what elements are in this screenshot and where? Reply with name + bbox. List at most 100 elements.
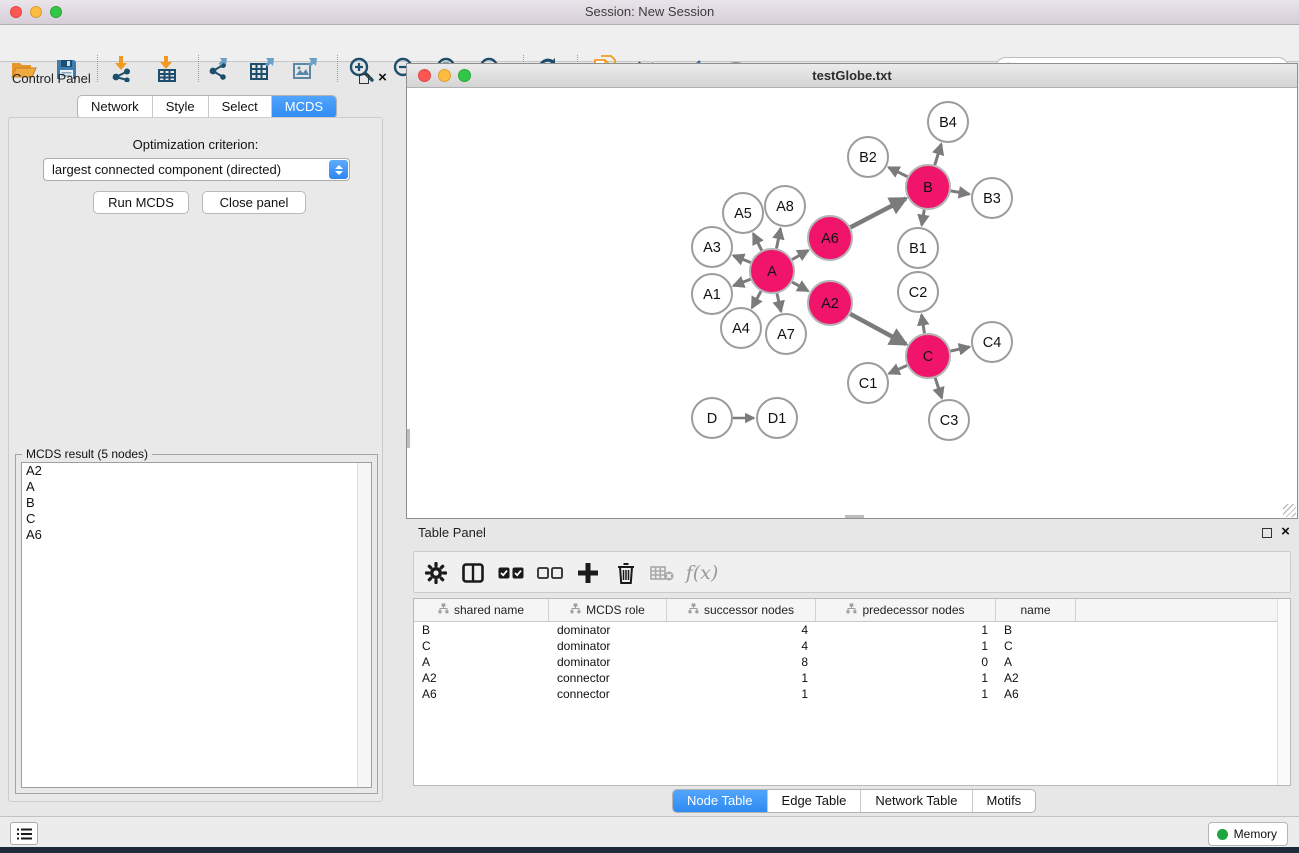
tab-select[interactable]: Select — [208, 96, 271, 118]
cell[interactable]: 1 — [816, 622, 996, 638]
tab-edge-table[interactable]: Edge Table — [767, 790, 861, 812]
edge-A2-C[interactable] — [850, 314, 906, 344]
cell[interactable]: 1 — [816, 638, 996, 654]
canvas-vertical-scroll-thumb[interactable] — [407, 429, 410, 448]
cell[interactable]: 1 — [816, 670, 996, 686]
tab-style[interactable]: Style — [152, 96, 208, 118]
tab-node-table[interactable]: Node Table — [673, 790, 767, 812]
import-network-icon[interactable] — [107, 56, 137, 82]
table-panel-close-icon[interactable]: × — [1279, 525, 1292, 538]
node-table[interactable]: shared nameMCDS rolesuccessor nodesprede… — [413, 598, 1291, 786]
node-A8[interactable]: A8 — [765, 186, 805, 226]
node-A6[interactable]: A6 — [808, 216, 852, 260]
table-scrollbar[interactable] — [1277, 599, 1290, 785]
node-B2[interactable]: B2 — [848, 137, 888, 177]
edge-A-A3[interactable] — [733, 256, 750, 263]
resize-grip-icon[interactable] — [1283, 504, 1296, 517]
edge-A-A8[interactable] — [777, 229, 781, 249]
criterion-select[interactable]: largest connected component (directed) — [43, 158, 350, 181]
result-list-scrollbar[interactable] — [357, 463, 371, 787]
node-A4[interactable]: A4 — [721, 308, 761, 348]
cell[interactable]: A6 — [996, 686, 1076, 702]
edge-A-A7[interactable] — [777, 293, 781, 311]
function-builder-icon[interactable]: f(x) — [682, 559, 722, 587]
tab-network[interactable]: Network — [78, 96, 152, 118]
node-A7[interactable]: A7 — [766, 314, 806, 354]
node-B4[interactable]: B4 — [928, 102, 968, 142]
edge-B-B2[interactable] — [889, 167, 908, 176]
cell[interactable]: 1 — [667, 686, 816, 702]
export-network-icon[interactable] — [204, 56, 234, 82]
node-A5[interactable]: A5 — [723, 193, 763, 233]
control-panel-close-icon[interactable]: × — [376, 71, 389, 84]
table-header-row[interactable]: shared nameMCDS rolesuccessor nodesprede… — [414, 599, 1290, 622]
network-canvas[interactable]: B4B2BB3A5A8A6A3B1AA1C2A2A4A7C4CC1C3DD1 — [407, 88, 1297, 518]
column-layout-icon[interactable] — [458, 559, 488, 587]
cell[interactable]: dominator — [549, 654, 667, 670]
cell[interactable]: connector — [549, 686, 667, 702]
edge-A-A5[interactable] — [753, 234, 761, 251]
tab-mcds[interactable]: MCDS — [271, 96, 336, 118]
edge-C-C4[interactable] — [950, 347, 969, 351]
table-panel-float-icon[interactable] — [1260, 526, 1273, 539]
memory-button[interactable]: Memory — [1208, 822, 1288, 846]
column-header-predecessor-nodes[interactable]: predecessor nodes — [816, 599, 996, 621]
task-history-button[interactable] — [10, 822, 38, 845]
cell[interactable]: C — [996, 638, 1076, 654]
cell[interactable]: 1 — [667, 670, 816, 686]
node-D1[interactable]: D1 — [757, 398, 797, 438]
edge-A-A1[interactable] — [733, 279, 750, 286]
table-body[interactable]: Bdominator41BCdominator41CAdominator80AA… — [414, 622, 1290, 702]
table-row[interactable]: A6connector11A6 — [414, 686, 1290, 702]
deselect-all-icon[interactable] — [535, 559, 565, 587]
edge-A-A4[interactable] — [752, 291, 761, 308]
node-C3[interactable]: C3 — [929, 400, 969, 440]
result-item[interactable]: C — [22, 511, 371, 527]
node-D[interactable]: D — [692, 398, 732, 438]
gear-icon[interactable] — [421, 559, 451, 587]
cell[interactable]: dominator — [549, 622, 667, 638]
node-A3[interactable]: A3 — [692, 227, 732, 267]
network-window-titlebar[interactable]: testGlobe.txt — [407, 64, 1297, 88]
cell[interactable]: A — [414, 654, 549, 670]
cell[interactable]: dominator — [549, 638, 667, 654]
column-header-mcds-role[interactable]: MCDS role — [549, 599, 667, 621]
edge-A6-B[interactable] — [850, 199, 905, 228]
cell[interactable]: A2 — [414, 670, 549, 686]
network-graph[interactable]: B4B2BB3A5A8A6A3B1AA1C2A2A4A7C4CC1C3DD1 — [407, 88, 1297, 518]
delete-table-icon[interactable] — [647, 559, 677, 587]
node-C2[interactable]: C2 — [898, 272, 938, 312]
cell[interactable]: C — [414, 638, 549, 654]
cell[interactable]: 4 — [667, 622, 816, 638]
edge-B-B4[interactable] — [935, 144, 941, 165]
tab-motifs[interactable]: Motifs — [972, 790, 1036, 812]
edge-A-A2[interactable] — [792, 282, 808, 291]
cell[interactable]: A6 — [414, 686, 549, 702]
result-item[interactable]: A6 — [22, 527, 371, 543]
tab-network-table[interactable]: Network Table — [860, 790, 971, 812]
cell[interactable]: connector — [549, 670, 667, 686]
edge-C-C1[interactable] — [889, 365, 907, 373]
control-panel-float-icon[interactable] — [357, 72, 370, 85]
cell[interactable]: B — [414, 622, 549, 638]
delete-icon[interactable] — [611, 559, 641, 587]
node-B3[interactable]: B3 — [972, 178, 1012, 218]
column-header-successor-nodes[interactable]: successor nodes — [667, 599, 816, 621]
import-table-icon[interactable] — [152, 56, 182, 82]
edge-C-C3[interactable] — [935, 378, 942, 398]
export-table-icon[interactable] — [247, 56, 277, 82]
node-B1[interactable]: B1 — [898, 228, 938, 268]
table-row[interactable]: A2connector11A2 — [414, 670, 1290, 686]
edge-B-B1[interactable] — [922, 210, 925, 226]
edge-A-A6[interactable] — [792, 250, 808, 259]
edge-C-C2[interactable] — [922, 315, 925, 334]
run-mcds-button[interactable]: Run MCDS — [93, 191, 189, 214]
edge-B-B3[interactable] — [951, 191, 970, 194]
select-all-icon[interactable] — [496, 559, 526, 587]
result-item[interactable]: A2 — [22, 463, 371, 479]
add-column-icon[interactable] — [573, 559, 603, 587]
close-panel-button[interactable]: Close panel — [202, 191, 306, 214]
result-item[interactable]: B — [22, 495, 371, 511]
cell[interactable]: B — [996, 622, 1076, 638]
table-row[interactable]: Cdominator41C — [414, 638, 1290, 654]
